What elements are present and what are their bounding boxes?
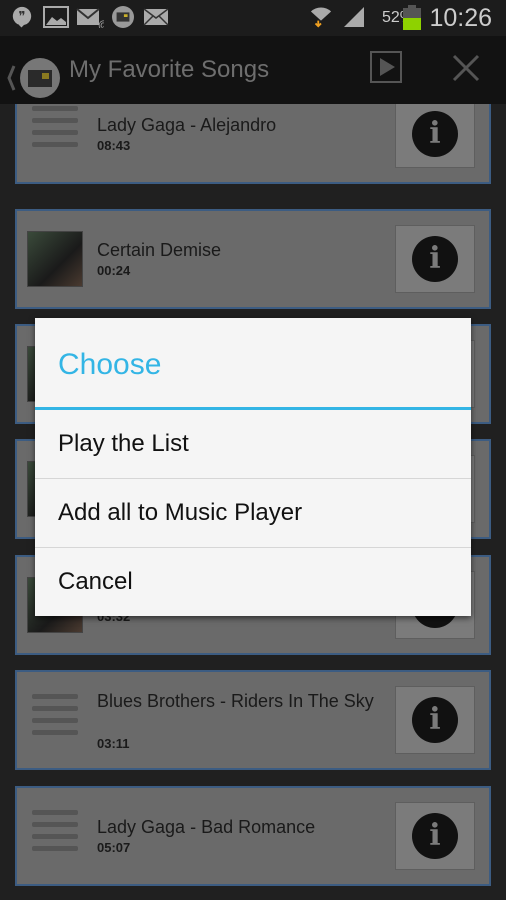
choose-dialog: Choose Play the List Add all to Music Pl…: [35, 318, 471, 616]
gallery-icon: [43, 6, 69, 28]
song-name: Blues Brothers - Riders In The Sky: [97, 691, 374, 711]
page-title: My Favorite Songs: [69, 56, 270, 83]
signal-icon: [344, 7, 364, 27]
email-icon: @: [76, 8, 104, 28]
song-duration: 08:43: [97, 138, 131, 153]
info-button[interactable]: i: [395, 802, 475, 870]
info-icon: i: [412, 236, 458, 282]
dialog-title: Choose: [35, 318, 471, 410]
svg-text:❞: ❞: [19, 9, 26, 24]
play-icon[interactable]: [370, 51, 402, 83]
album-art: [27, 231, 83, 287]
add-all-option[interactable]: Add all to Music Player: [35, 479, 471, 548]
info-icon: i: [412, 813, 458, 859]
info-button[interactable]: i: [395, 225, 475, 293]
info-button[interactable]: i: [395, 104, 475, 168]
info-icon: i: [412, 697, 458, 743]
cancel-option[interactable]: Cancel: [35, 548, 471, 617]
song-item[interactable]: Certain Demise 00:24 i: [15, 209, 491, 309]
close-icon[interactable]: [452, 54, 480, 82]
battery-icon: [403, 5, 421, 30]
mail-icon: [143, 8, 169, 26]
status-bar: ❞ @ 52% 10:26: [0, 0, 506, 36]
info-icon: i: [412, 111, 458, 157]
app-icon: [112, 6, 134, 28]
drag-handle-icon[interactable]: [27, 106, 83, 162]
song-duration: 05:07: [97, 840, 131, 855]
wifi-icon: [310, 7, 332, 28]
song-name: Certain Demise: [97, 240, 222, 260]
song-item[interactable]: Lady Gaga - Bad Romance 05:07 i: [15, 786, 491, 886]
info-button[interactable]: i: [395, 686, 475, 754]
song-name: Lady Gaga - Bad Romance: [97, 817, 316, 837]
song-name: Lady Gaga - Alejandro: [97, 115, 277, 135]
svg-text:@: @: [98, 20, 104, 28]
up-navigation-button[interactable]: [4, 58, 60, 100]
hangouts-icon: ❞: [12, 6, 32, 28]
action-bar: My Favorite Songs: [0, 36, 506, 104]
clock: 10:26: [429, 4, 492, 32]
song-item[interactable]: Lady Gaga - Alejandro 08:43 i: [15, 104, 491, 184]
play-list-option[interactable]: Play the List: [35, 410, 471, 479]
drag-handle-icon[interactable]: [27, 694, 83, 750]
song-duration: 03:11: [97, 736, 130, 751]
drag-handle-icon[interactable]: [27, 810, 83, 866]
song-duration: 00:24: [97, 263, 131, 278]
song-item[interactable]: Blues Brothers - Riders In The Sky 03:11 i: [15, 670, 491, 770]
